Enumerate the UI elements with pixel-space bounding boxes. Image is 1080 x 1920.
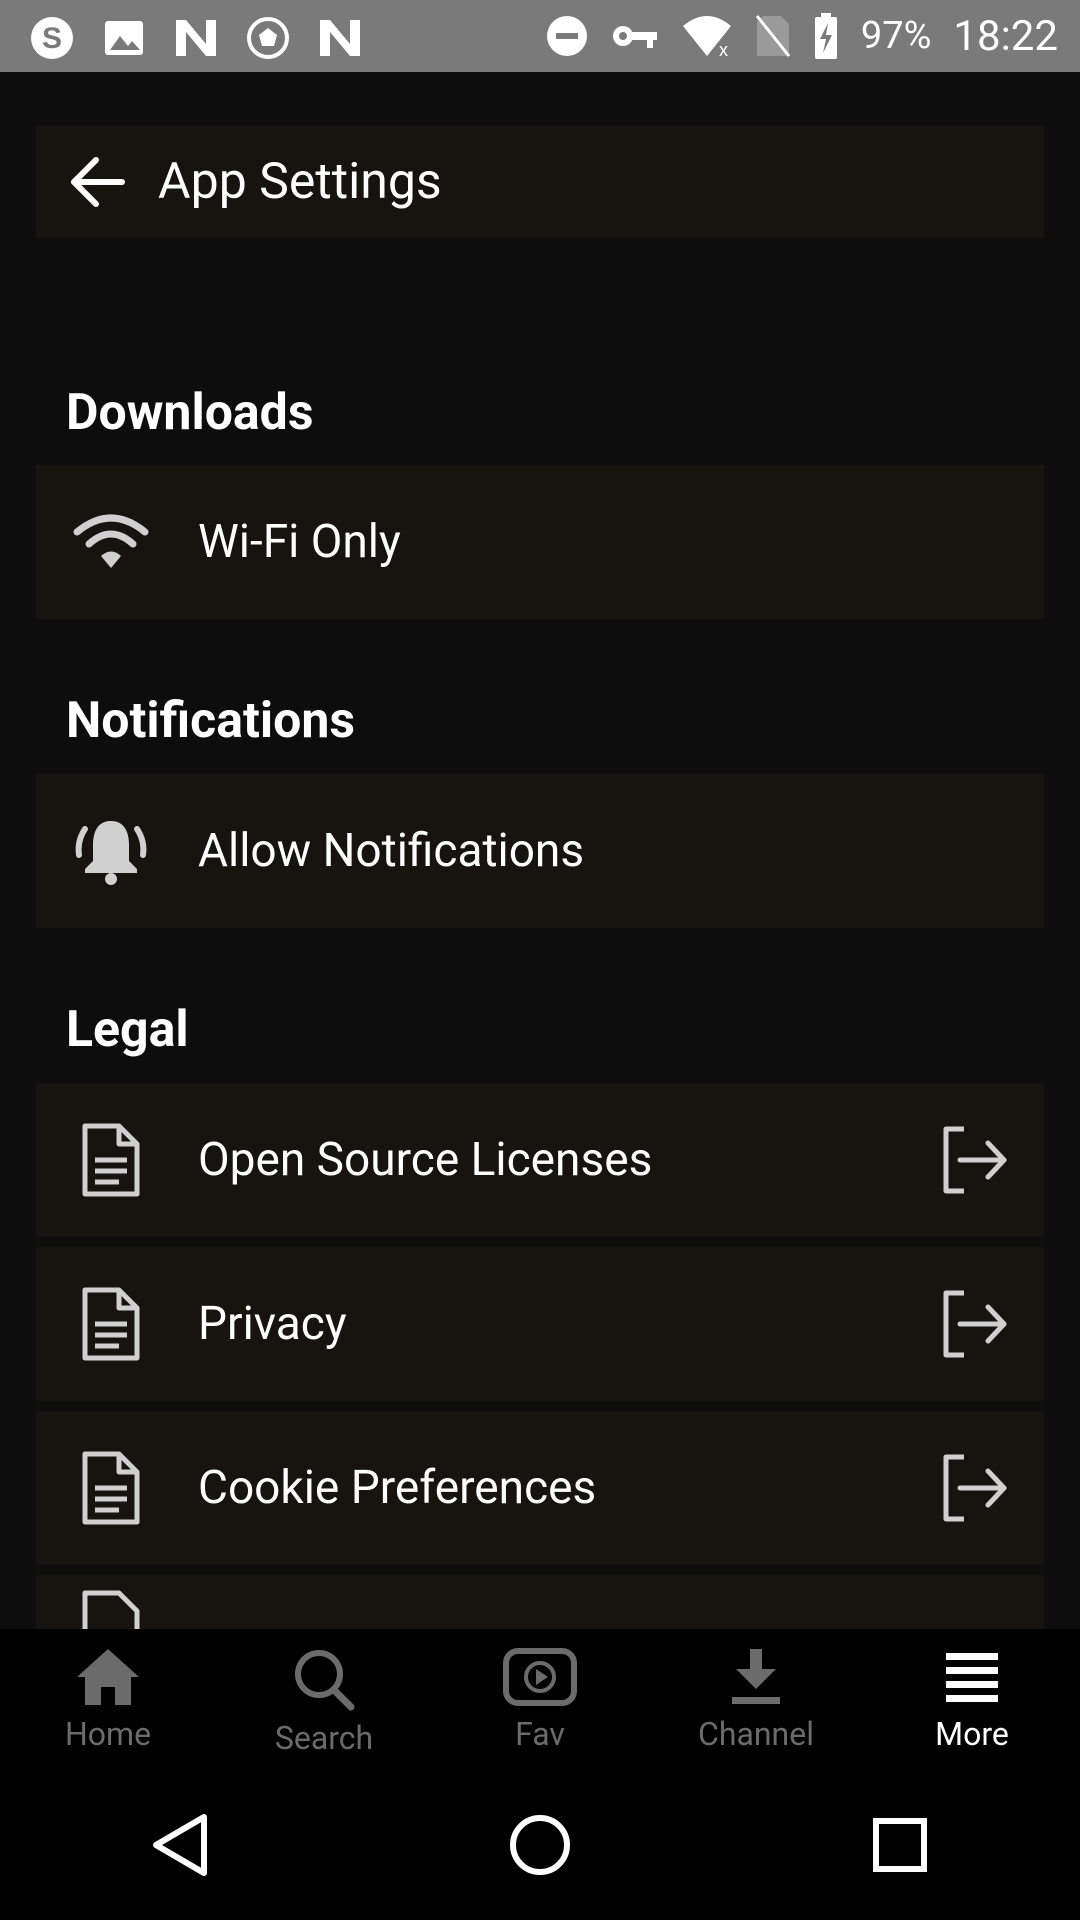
setting-label: Cookie Preferences bbox=[198, 1461, 597, 1515]
no-sim-icon bbox=[755, 15, 791, 57]
arrow-back-icon bbox=[71, 157, 125, 207]
recents-square-icon bbox=[873, 1817, 927, 1872]
soccer-icon bbox=[247, 17, 289, 59]
menu-icon bbox=[946, 1653, 998, 1702]
nav-label: Home bbox=[64, 1715, 152, 1753]
setting-label: Privacy bbox=[198, 1297, 347, 1351]
setting-label: Allow Notifications bbox=[198, 824, 585, 878]
app-bar: App Settings bbox=[36, 126, 1044, 238]
search-icon bbox=[295, 1650, 355, 1711]
setting-label: Open Source Licenses bbox=[198, 1133, 653, 1187]
bell-ringing-icon bbox=[75, 821, 147, 885]
setting-row-partial[interactable] bbox=[36, 1575, 1044, 1629]
section-title-downloads: Downloads bbox=[66, 384, 314, 442]
external-link-icon bbox=[943, 1126, 1007, 1194]
setting-allow-notifications[interactable]: Allow Notifications bbox=[36, 774, 1044, 928]
play-box-icon bbox=[503, 1648, 577, 1706]
document-icon bbox=[82, 1590, 140, 1629]
section-title-notifications: Notifications bbox=[66, 692, 356, 750]
setting-wifi-only[interactable]: Wi-Fi Only bbox=[36, 465, 1044, 619]
n-app-icon bbox=[176, 20, 216, 56]
nav-home[interactable]: Home bbox=[0, 1629, 216, 1769]
nav-more[interactable]: More bbox=[864, 1629, 1080, 1769]
nav-fav[interactable]: Fav bbox=[432, 1629, 648, 1769]
document-icon bbox=[82, 1451, 140, 1525]
clock: 18:22 bbox=[953, 11, 1058, 61]
system-recents-button[interactable] bbox=[840, 1785, 960, 1905]
svg-text:S: S bbox=[42, 22, 62, 55]
document-icon bbox=[82, 1123, 140, 1197]
page-title: App Settings bbox=[158, 153, 442, 211]
download-icon bbox=[732, 1649, 780, 1704]
home-icon bbox=[77, 1649, 139, 1705]
nav-channel[interactable]: Channel bbox=[648, 1629, 864, 1769]
image-icon bbox=[105, 21, 143, 55]
bottom-navigation: Home Search Fav Channel More bbox=[0, 1629, 1080, 1769]
nav-label: Search bbox=[274, 1719, 374, 1757]
setting-open-source-licenses[interactable]: Open Source Licenses bbox=[36, 1083, 1044, 1237]
section-title-legal: Legal bbox=[66, 1001, 189, 1059]
nav-label: Channel bbox=[698, 1715, 814, 1753]
dnd-icon bbox=[546, 16, 587, 56]
vpn-key-icon bbox=[612, 26, 657, 48]
document-icon bbox=[82, 1287, 140, 1361]
external-link-icon bbox=[943, 1290, 1007, 1358]
n-app-icon bbox=[320, 20, 360, 56]
nav-search[interactable]: Search bbox=[216, 1629, 432, 1769]
external-link-icon bbox=[943, 1454, 1007, 1522]
skype-icon: S bbox=[31, 17, 73, 59]
home-circle-icon bbox=[510, 1814, 570, 1875]
wifi-icon: x bbox=[682, 16, 731, 58]
svg-text:x: x bbox=[719, 40, 728, 58]
nav-label: Fav bbox=[515, 1715, 565, 1753]
system-back-button[interactable] bbox=[120, 1785, 240, 1905]
wifi-icon bbox=[73, 514, 149, 568]
system-navigation-bar bbox=[0, 1769, 1080, 1920]
status-bar: S x 97% 18:22 bbox=[0, 0, 1080, 72]
battery-charging-icon bbox=[814, 13, 837, 59]
nav-label: More bbox=[935, 1715, 1009, 1753]
setting-privacy[interactable]: Privacy bbox=[36, 1247, 1044, 1401]
back-triangle-icon bbox=[153, 1813, 207, 1876]
battery-percent: 97% bbox=[860, 14, 932, 58]
setting-cookie-preferences[interactable]: Cookie Preferences bbox=[36, 1411, 1044, 1565]
setting-label: Wi-Fi Only bbox=[198, 515, 401, 569]
system-home-button[interactable] bbox=[480, 1785, 600, 1905]
back-button[interactable] bbox=[48, 152, 148, 212]
